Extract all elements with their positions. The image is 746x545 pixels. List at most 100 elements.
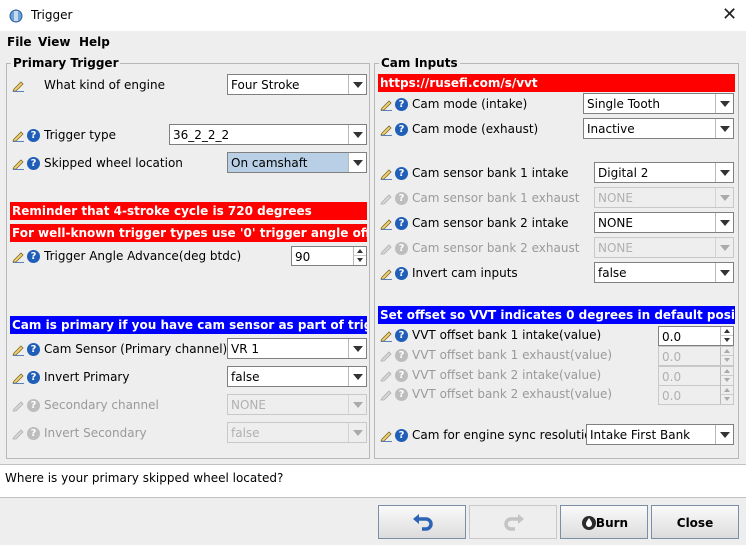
menu-help[interactable]: Help: [79, 35, 110, 49]
spin-up-icon[interactable]: [353, 247, 366, 256]
help-icon: ?: [27, 427, 40, 440]
edit-icon: [12, 131, 24, 142]
chevron-down-icon[interactable]: [348, 339, 366, 358]
menu-bar: File View Help: [0, 31, 746, 53]
cam-sensor-select[interactable]: VR 1: [227, 338, 367, 359]
trigger-angle-spinner[interactable]: 90: [291, 246, 367, 266]
chevron-down-icon[interactable]: [715, 119, 733, 138]
chevron-down-icon: [348, 395, 366, 414]
edit-icon: [380, 269, 392, 280]
help-icon[interactable]: ?: [395, 267, 408, 280]
help-icon: ?: [395, 349, 408, 362]
close-button[interactable]: Close: [651, 505, 739, 539]
reminder-banner: Reminder that 4-stroke cycle is 720 degr…: [10, 202, 367, 220]
chevron-down-icon[interactable]: [348, 153, 366, 172]
spin-down-icon: [720, 376, 733, 385]
spin-down-icon: [720, 356, 733, 365]
edit-icon: [380, 244, 392, 255]
cam-b1-exhaust-select: NONE: [594, 187, 734, 208]
cam-sensor-label: Cam Sensor (Primary channel): [44, 342, 228, 356]
secondary-channel-label: Secondary channel: [44, 398, 159, 412]
vvt-b1-intake-spinner[interactable]: 0.0: [658, 326, 734, 346]
chevron-down-icon[interactable]: [715, 425, 733, 444]
edit-icon: [380, 125, 392, 136]
edit-icon: [12, 81, 24, 92]
help-icon[interactable]: ?: [395, 123, 408, 136]
cam-mode-exhaust-select[interactable]: Inactive: [583, 118, 734, 139]
title-bar: Trigger ✕: [0, 0, 746, 31]
edit-icon: [12, 252, 24, 263]
chevron-down-icon[interactable]: [348, 367, 366, 386]
chevron-down-icon[interactable]: [715, 94, 733, 113]
help-icon[interactable]: ?: [395, 329, 408, 342]
cam-mode-intake-select[interactable]: Single Tooth: [583, 93, 734, 114]
cam-primary-banner: Cam is primary if you have cam sensor as…: [10, 316, 367, 334]
help-icon[interactable]: ?: [27, 343, 40, 356]
help-icon[interactable]: ?: [395, 167, 408, 180]
vvt-b1-exhaust-spinner: 0.0: [658, 346, 734, 366]
window-title: Trigger: [31, 8, 73, 22]
app-icon: [9, 9, 23, 23]
chevron-down-icon[interactable]: [715, 213, 733, 232]
vvt-b2-intake-spinner: 0.0: [658, 366, 734, 386]
cam-sync-select[interactable]: Intake First Bank: [586, 424, 734, 445]
burn-button[interactable]: Burn: [560, 505, 648, 539]
spin-up-icon[interactable]: [720, 327, 733, 336]
trigger-type-label: Trigger type: [44, 128, 117, 142]
cam-b1-intake-select[interactable]: Digital 2: [594, 162, 734, 183]
edit-icon: [380, 390, 392, 401]
well-known-banner: For well-known trigger types use '0' tri…: [10, 224, 367, 242]
menu-view[interactable]: View: [38, 35, 70, 49]
help-icon[interactable]: ?: [395, 98, 408, 111]
help-icon: ?: [395, 192, 408, 205]
spin-down-icon: [720, 395, 733, 404]
spin-down-icon[interactable]: [353, 256, 366, 265]
edit-icon: [380, 331, 392, 342]
close-label: Close: [676, 516, 714, 530]
edit-icon: [12, 429, 24, 440]
chevron-down-icon: [715, 238, 733, 257]
cam-b1-exhaust-label: Cam sensor bank 1 exhaust: [412, 191, 580, 205]
invert-primary-select[interactable]: false: [227, 366, 367, 387]
help-icon: ?: [395, 242, 408, 255]
vvt-b1-intake-label: VVT offset bank 1 intake(value): [412, 328, 602, 342]
close-icon[interactable]: ✕: [722, 4, 737, 25]
cam-b2-intake-select[interactable]: NONE: [594, 212, 734, 233]
skipped-wheel-select[interactable]: On camshaft: [227, 152, 367, 173]
edit-icon: [380, 371, 392, 382]
skipped-wheel-label: Skipped wheel location: [44, 156, 183, 170]
trigger-type-select[interactable]: 36_2_2_2: [169, 124, 367, 145]
secondary-channel-select: NONE: [227, 394, 367, 415]
edit-icon: [12, 345, 24, 356]
invert-secondary-select: false: [227, 422, 367, 443]
spin-down-icon[interactable]: [720, 336, 733, 345]
help-icon: ?: [395, 388, 408, 401]
engine-select[interactable]: Four Stroke: [227, 74, 367, 95]
cam-b2-exhaust-label: Cam sensor bank 2 exhaust: [412, 241, 580, 255]
undo-icon: [413, 514, 433, 531]
help-icon[interactable]: ?: [27, 129, 40, 142]
help-icon[interactable]: ?: [27, 157, 40, 170]
help-icon: ?: [27, 399, 40, 412]
edit-icon: [380, 219, 392, 230]
help-icon[interactable]: ?: [27, 250, 40, 263]
help-icon[interactable]: ?: [395, 217, 408, 230]
chevron-down-icon: [348, 423, 366, 442]
vvt-b2-exhaust-label: VVT offset bank 2 exhaust(value): [412, 387, 613, 401]
chevron-down-icon[interactable]: [715, 163, 733, 182]
invert-cam-select[interactable]: false: [594, 262, 734, 283]
help-icon[interactable]: ?: [27, 371, 40, 384]
menu-file[interactable]: File: [7, 35, 32, 49]
cam-b2-intake-label: Cam sensor bank 2 intake: [412, 216, 569, 230]
edit-icon: [12, 401, 24, 412]
chevron-down-icon[interactable]: [348, 75, 366, 94]
redo-icon: [504, 514, 524, 531]
chevron-down-icon[interactable]: [715, 263, 733, 282]
cam-mode-exhaust-label: Cam mode (exhaust): [412, 122, 539, 136]
help-icon[interactable]: ?: [395, 429, 408, 442]
cam-b1-intake-label: Cam sensor bank 1 intake: [412, 166, 569, 180]
cam-mode-intake-label: Cam mode (intake): [412, 97, 528, 111]
chevron-down-icon[interactable]: [348, 125, 366, 144]
cam-inputs-title: Cam Inputs: [379, 56, 460, 70]
undo-button[interactable]: [378, 505, 466, 539]
